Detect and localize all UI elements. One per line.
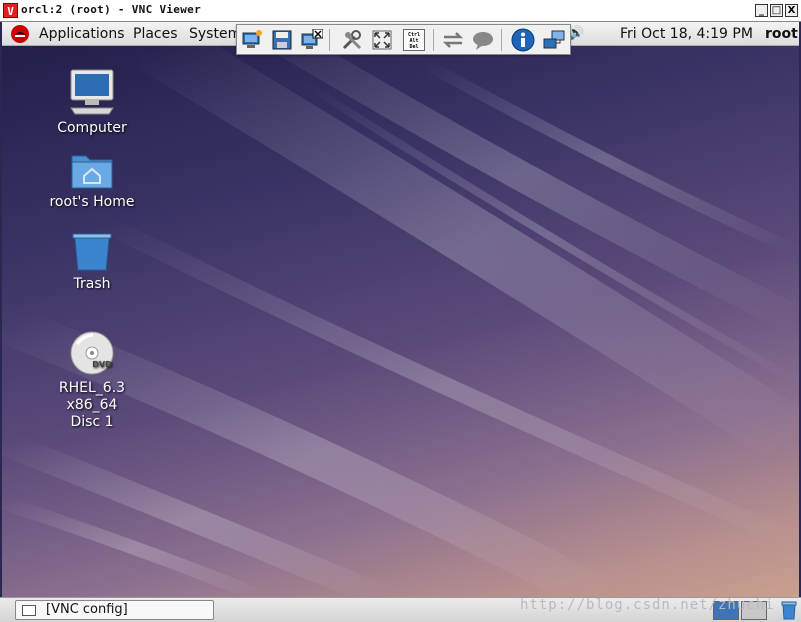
- desktop-icon-trash[interactable]: Trash: [32, 230, 152, 292]
- fullscreen-icon[interactable]: [371, 29, 393, 51]
- taskbar-window-label: [VNC config]: [46, 602, 128, 617]
- taskbar-window-button[interactable]: [VNC config]: [15, 600, 214, 620]
- trash-applet-icon[interactable]: [780, 600, 798, 620]
- watermark-text: http://blog.csdn.net/zhuchi: [520, 597, 775, 613]
- trash-icon: [72, 233, 112, 271]
- vnc-toolbar: Ctrl Alt Del: [236, 24, 571, 55]
- transfer-icon[interactable]: [442, 29, 464, 51]
- options-icon[interactable]: [341, 29, 363, 51]
- toolbar-separator: [329, 29, 330, 51]
- maximize-button[interactable]: □: [770, 4, 783, 17]
- desktop-icon-label: root's Home: [49, 194, 135, 210]
- places-menu[interactable]: Places: [133, 26, 178, 42]
- desktop-icon-label: Trash: [73, 276, 111, 292]
- desktop-icon-computer[interactable]: Computer: [32, 68, 152, 136]
- home-folder-icon: [71, 155, 113, 189]
- ctrl-alt-del-icon[interactable]: Ctrl Alt Del: [403, 29, 425, 51]
- window-title: orcl:2 (root) - VNC Viewer: [21, 3, 201, 16]
- system-menu[interactable]: System: [189, 26, 241, 42]
- desktop-icon-dvd[interactable]: DVD RHEL_6.3 x86_64 Disc 1: [32, 330, 152, 431]
- clock[interactable]: Fri Oct 18, 4:19 PM: [620, 26, 753, 42]
- user-menu[interactable]: root: [765, 26, 798, 42]
- redhat-logo-icon[interactable]: [10, 25, 30, 43]
- dvd-icon: DVD: [70, 331, 114, 375]
- vnc-logo-icon[interactable]: V: [3, 3, 18, 18]
- info-icon[interactable]: [511, 28, 535, 52]
- applications-menu[interactable]: Applications: [39, 26, 125, 42]
- computer-icon: [70, 69, 114, 115]
- minimize-button[interactable]: _: [755, 4, 768, 17]
- connections-icon[interactable]: [543, 29, 565, 51]
- new-connection-icon[interactable]: [241, 29, 263, 51]
- dvd-label: DVD: [92, 360, 112, 369]
- desktop-icon-home[interactable]: root's Home: [32, 150, 152, 210]
- desktop-icon-label: Computer: [57, 120, 127, 136]
- desktop-icon-label: RHEL_6.3 x86_64 Disc 1: [58, 380, 126, 430]
- remote-desktop[interactable]: Applications Places System 🔊 Fri Oct 18,…: [2, 22, 799, 597]
- close-button[interactable]: X: [785, 4, 798, 17]
- toolbar-separator: [433, 29, 434, 51]
- disconnect-icon[interactable]: [301, 29, 323, 51]
- vnc-title-bar[interactable]: V orcl:2 (root) - VNC Viewer _ □ X: [0, 0, 801, 22]
- toolbar-separator: [501, 29, 502, 51]
- del-key-label: Del: [409, 44, 419, 50]
- window-icon: [22, 605, 36, 616]
- save-icon[interactable]: [271, 29, 293, 51]
- chat-icon[interactable]: [472, 29, 494, 51]
